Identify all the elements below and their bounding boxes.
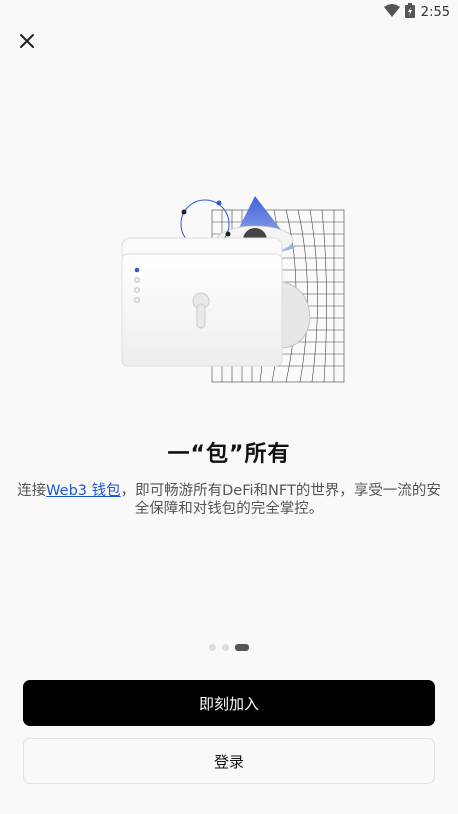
page-dot-3-active[interactable]: [235, 644, 249, 651]
wifi-icon: [383, 3, 400, 21]
description-suffix: ，即可畅游所有DeFi和NFT的世界，享受一流的安全保障和对钱包的完全掌控。: [120, 483, 441, 517]
close-icon: [19, 33, 35, 53]
wallet-illustration: [110, 190, 350, 390]
status-bar: 2:55: [0, 0, 458, 24]
battery-charging-icon: [404, 2, 415, 22]
description-prefix: 连接: [17, 483, 47, 499]
page-dot-2[interactable]: [222, 644, 229, 651]
page-dot-1[interactable]: [209, 644, 216, 651]
login-button[interactable]: 登录: [23, 738, 435, 784]
web3-wallet-link[interactable]: Web3 钱包: [46, 483, 120, 499]
onboarding-description: 连接Web3 钱包，即可畅游所有DeFi和NFT的世界，享受一流的安全保障和对钱…: [14, 482, 444, 518]
onboarding-title: 一“包”所有: [167, 442, 291, 467]
page-indicator: [0, 644, 458, 651]
join-now-button[interactable]: 即刻加入: [23, 680, 435, 726]
close-button[interactable]: [12, 28, 42, 58]
status-time: 2:55: [420, 4, 450, 20]
